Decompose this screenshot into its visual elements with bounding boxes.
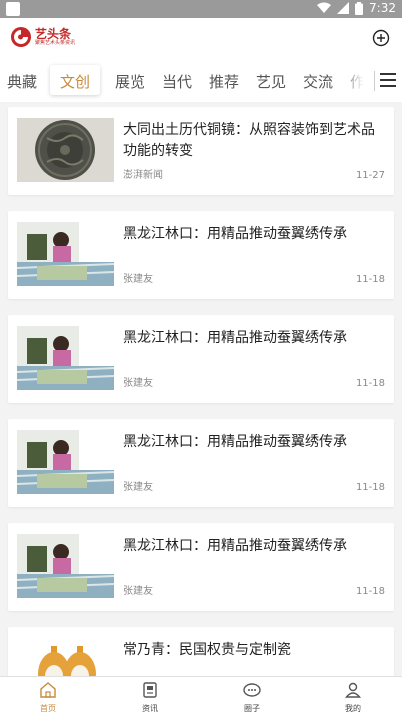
news-date: 11-18 bbox=[355, 378, 385, 389]
bottom-nav: 首页 资讯 圈子 我的 bbox=[0, 676, 402, 720]
logo-name: 艺头条 bbox=[35, 26, 72, 41]
menu-icon-bar bbox=[380, 85, 396, 87]
tab-collection[interactable]: 典藏 bbox=[7, 71, 37, 92]
category-tabs: 典藏 文创 展览 当代 推荐 艺见 交流 作 bbox=[0, 60, 402, 102]
status-time: 7:32 bbox=[369, 1, 396, 15]
news-title: 黑龙江林口：用精品推动蚕翼绣传承 bbox=[123, 538, 347, 554]
news-title: 大同出土历代铜镜：从照容装饰到艺术品功能的转变 bbox=[123, 122, 375, 159]
news-thumbnail bbox=[17, 118, 114, 182]
nav-profile-label: 我的 bbox=[345, 704, 361, 713]
channel-menu-button[interactable] bbox=[380, 73, 396, 89]
wifi-icon bbox=[317, 2, 332, 13]
app-logo: 艺头条 聚焦艺术头条资讯 bbox=[10, 26, 75, 48]
news-title: 常乃青：民国权贵与定制瓷 bbox=[123, 642, 291, 658]
nav-home[interactable]: 首页 bbox=[18, 681, 78, 714]
news-thumbnail bbox=[17, 222, 114, 286]
nav-news-label: 资讯 bbox=[142, 704, 158, 713]
tabs-fade bbox=[340, 60, 374, 102]
notification-icon bbox=[6, 2, 20, 16]
tab-recommended[interactable]: 推荐 bbox=[209, 71, 239, 92]
news-thumbnail bbox=[17, 430, 114, 494]
news-thumbnail bbox=[17, 534, 114, 598]
logo-mark-icon bbox=[11, 27, 31, 47]
menu-icon-bar bbox=[380, 79, 396, 81]
tab-cultural-creative[interactable]: 文创 bbox=[60, 71, 90, 92]
news-item[interactable]: 黑龙江林口：用精品推动蚕翼绣传承 张建友 11-18 bbox=[8, 523, 394, 611]
tabs-divider bbox=[374, 71, 375, 91]
news-item[interactable]: 黑龙江林口：用精品推动蚕翼绣传承 张建友 11-18 bbox=[8, 419, 394, 507]
status-bar: 7:32 bbox=[0, 0, 402, 18]
circle-icon bbox=[243, 683, 261, 697]
battery-icon bbox=[355, 1, 364, 15]
news-item[interactable]: 黑龙江林口：用精品推动蚕翼绣传承 张建友 11-18 bbox=[8, 315, 394, 403]
news-source: 张建友 bbox=[123, 482, 153, 493]
profile-icon bbox=[345, 682, 361, 698]
news-title: 黑龙江林口：用精品推动蚕翼绣传承 bbox=[123, 330, 347, 346]
news-title: 黑龙江林口：用精品推动蚕翼绣传承 bbox=[123, 226, 347, 242]
news-thumbnail bbox=[17, 326, 114, 390]
app-bar: 艺头条 聚焦艺术头条资讯 bbox=[0, 18, 402, 60]
news-source: 澎湃新闻 bbox=[123, 170, 163, 181]
tab-contemporary[interactable]: 当代 bbox=[162, 71, 192, 92]
nav-news[interactable]: 资讯 bbox=[120, 681, 180, 714]
nav-circle-label: 圈子 bbox=[244, 704, 260, 713]
news-item[interactable]: 大同出土历代铜镜：从照容装饰到艺术品功能的转变 澎湃新闻 11-27 bbox=[8, 107, 394, 195]
news-item[interactable]: 黑龙江林口：用精品推动蚕翼绣传承 张建友 11-18 bbox=[8, 211, 394, 299]
news-title: 黑龙江林口：用精品推动蚕翼绣传承 bbox=[123, 434, 347, 450]
news-date: 11-18 bbox=[355, 274, 385, 285]
tab-exhibition[interactable]: 展览 bbox=[115, 71, 145, 92]
tab-art-views[interactable]: 艺见 bbox=[256, 71, 286, 92]
news-date: 11-18 bbox=[355, 586, 385, 597]
news-date: 11-27 bbox=[355, 170, 385, 181]
news-source: 张建友 bbox=[123, 586, 153, 597]
news-icon bbox=[143, 682, 157, 698]
news-source: 张建友 bbox=[123, 378, 153, 389]
nav-profile[interactable]: 我的 bbox=[323, 681, 383, 714]
nav-home-label: 首页 bbox=[40, 704, 56, 713]
news-source: 张建友 bbox=[123, 274, 153, 285]
nav-circle[interactable]: 圈子 bbox=[222, 681, 282, 714]
home-icon bbox=[40, 682, 56, 698]
menu-icon-bar bbox=[380, 73, 396, 75]
cell-signal-icon bbox=[337, 2, 350, 14]
logo-tagline: 聚焦艺术头条资讯 bbox=[35, 39, 76, 46]
add-button[interactable] bbox=[372, 29, 390, 47]
news-date: 11-18 bbox=[355, 482, 385, 493]
tab-exchange[interactable]: 交流 bbox=[303, 71, 333, 92]
